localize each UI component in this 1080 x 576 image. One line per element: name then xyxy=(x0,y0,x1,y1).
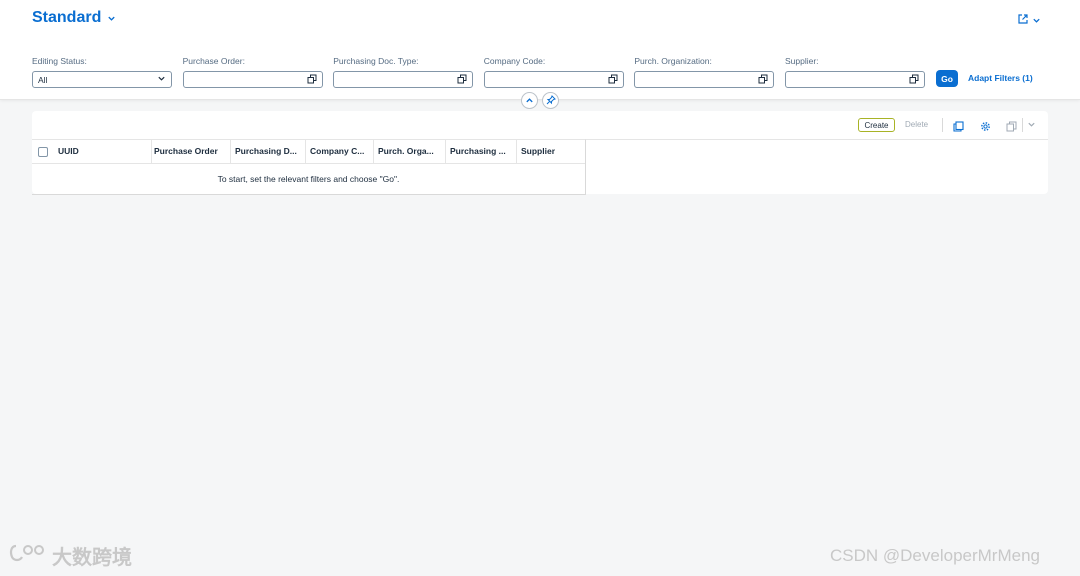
copy-button[interactable] xyxy=(953,119,964,137)
select-all-checkbox[interactable] xyxy=(38,147,48,157)
results-table: UUID Purchase Order Purchasing D... Comp… xyxy=(32,139,586,195)
table-header: UUID Purchase Order Purchasing D... Comp… xyxy=(32,140,585,164)
share-button[interactable] xyxy=(1017,12,1041,30)
filter-supplier: Supplier: xyxy=(784,55,936,88)
column-header[interactable]: Purchase Order xyxy=(150,140,231,164)
purchase-order-input[interactable] xyxy=(188,74,307,85)
value-help-icon[interactable] xyxy=(909,74,919,86)
filter-label: Editing Status: xyxy=(32,56,87,66)
export-icon xyxy=(1006,119,1018,137)
company-code-field[interactable] xyxy=(483,71,624,88)
filter-company-code: Company Code: xyxy=(483,55,635,88)
filter-label: Purchasing Doc. Type: xyxy=(333,56,419,66)
column-header[interactable]: Purchasing ... xyxy=(446,140,517,164)
collapse-header-button[interactable] xyxy=(521,92,538,109)
delete-button[interactable]: Delete xyxy=(905,120,928,129)
filter-purchase-order: Purchase Order: xyxy=(182,55,334,88)
value-help-icon[interactable] xyxy=(457,74,467,86)
filter-bar: Editing Status: All Purchase Order: Purc… xyxy=(32,55,936,88)
purchasing-doc-type-field[interactable] xyxy=(333,71,474,88)
purchasing-doc-type-input[interactable] xyxy=(339,74,458,85)
share-icon xyxy=(1017,12,1029,30)
watermark-logo-icon xyxy=(8,542,48,570)
purch-organization-field[interactable] xyxy=(634,71,775,88)
pin-icon xyxy=(546,92,556,110)
value-help-icon[interactable] xyxy=(758,74,768,86)
filter-label: Purch. Organization: xyxy=(634,56,712,66)
empty-table-message: To start, set the relevant filters and c… xyxy=(217,174,400,184)
watermark-left: 大数跨境 xyxy=(8,541,132,570)
go-button[interactable]: Go xyxy=(936,70,958,87)
supplier-field[interactable] xyxy=(784,71,925,88)
column-header[interactable]: Purchasing D... xyxy=(231,140,306,164)
filter-editing-status: Editing Status: All xyxy=(32,55,183,88)
value-help-icon[interactable] xyxy=(608,74,618,86)
gear-icon xyxy=(980,119,991,137)
toolbar-separator xyxy=(942,118,943,132)
export-button[interactable] xyxy=(1006,119,1018,137)
adapt-filters-button[interactable]: Adapt Filters (1) xyxy=(968,73,1033,83)
column-header[interactable]: Supplier xyxy=(517,140,585,164)
chevron-down-icon xyxy=(1032,12,1041,30)
filter-purch-organization: Purch. Organization: xyxy=(634,55,785,88)
filter-label: Company Code: xyxy=(483,56,546,66)
filter-label: Supplier: xyxy=(784,56,819,66)
editing-status-select[interactable]: All xyxy=(32,71,172,88)
page-header: Standard Editing Status: All Purchase Or… xyxy=(0,0,1080,100)
variant-selector[interactable]: Standard xyxy=(32,8,116,28)
copy-icon xyxy=(953,119,964,137)
pin-header-button[interactable] xyxy=(542,92,559,109)
watermark-right: CSDN @DeveloperMrMeng xyxy=(830,546,1040,565)
watermark-left-text: 大数跨境 xyxy=(52,547,132,569)
variant-title: Standard xyxy=(32,9,102,26)
chevron-down-icon xyxy=(107,14,116,23)
chevron-down-icon xyxy=(1027,116,1036,134)
company-code-input[interactable] xyxy=(489,74,608,85)
purchase-order-field[interactable] xyxy=(182,71,323,88)
chevron-up-icon xyxy=(525,92,534,110)
column-header[interactable]: Purch. Orga... xyxy=(374,140,446,164)
filter-purchasing-doc-type: Purchasing Doc. Type: xyxy=(333,55,484,88)
column-header[interactable]: Company C... xyxy=(306,140,374,164)
purch-organization-input[interactable] xyxy=(640,74,759,85)
select-value: All xyxy=(38,74,48,85)
column-header[interactable]: UUID xyxy=(54,140,152,164)
filter-label: Purchase Order: xyxy=(182,56,245,66)
chevron-down-icon xyxy=(157,74,166,85)
export-menu-toggle[interactable] xyxy=(1022,116,1036,134)
table-divider xyxy=(586,139,1048,140)
value-help-icon[interactable] xyxy=(307,74,317,86)
supplier-input[interactable] xyxy=(790,74,909,85)
create-button[interactable]: Create xyxy=(858,118,895,132)
settings-button[interactable] xyxy=(980,119,991,137)
toolbar-separator xyxy=(1022,118,1023,132)
